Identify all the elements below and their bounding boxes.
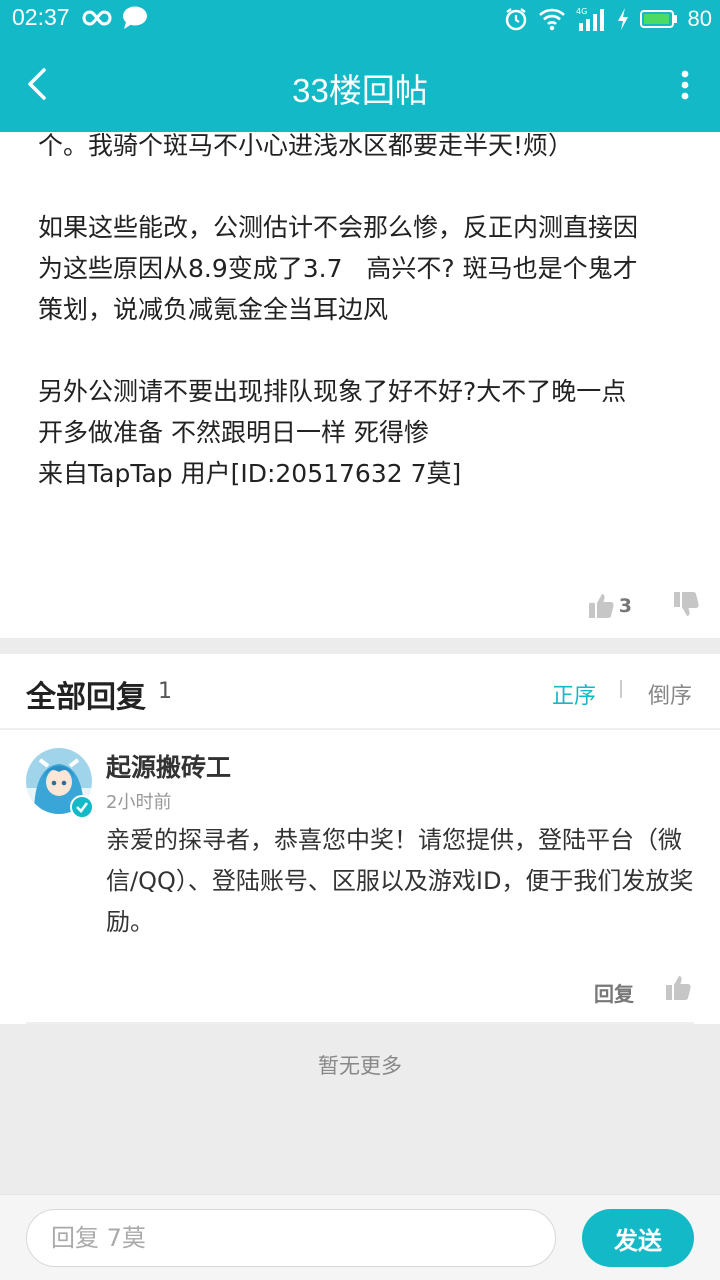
- more-vertical-icon: [681, 70, 689, 100]
- app-bar: 33楼回帖: [0, 38, 720, 132]
- dislike-button[interactable]: [672, 590, 700, 622]
- reply-like-button[interactable]: [664, 974, 692, 1006]
- replies-header: 全部回复 1 正序 倒序: [0, 654, 720, 730]
- verified-badge-icon: [70, 795, 94, 819]
- divider: [26, 1022, 694, 1024]
- post-card: 个。我骑个斑马不小心进浅水区都要走半天!烦） 如果这些能改，公测估计不会那么惨，…: [0, 131, 720, 638]
- sort-divider: [620, 680, 622, 698]
- sort-descending-tab[interactable]: 倒序: [648, 678, 692, 710]
- status-time: 02:37: [12, 4, 70, 30]
- infinity-icon: [82, 4, 112, 36]
- reply-button[interactable]: 回复: [594, 978, 634, 1007]
- battery-level: 80: [687, 6, 712, 31]
- alarm-icon: [504, 7, 528, 31]
- thumbs-up-icon: [588, 594, 614, 618]
- post-line: 另外公测请不要出现排队现象了好不好?大不了晚一点: [38, 377, 627, 406]
- reply-text: 亲爱的探寻者，恭喜您中奖！请您提供，登陆平台（微信/QQ）、登陆账号、区服以及游…: [106, 826, 694, 936]
- reply-time: 2小时前: [106, 792, 172, 813]
- post-line: 来自TapTap 用户[ID:20517632 7莫]: [38, 459, 462, 488]
- replies-section: 全部回复 1 正序 倒序 起源搬砖工 2小时前 亲爱的探寻者，恭喜您中奖！请您提…: [0, 654, 720, 1024]
- post-line: 为这些原因从8.9变成了3.7 高兴不? 斑马也是个鬼才: [38, 254, 638, 283]
- chat-bubble-icon: [122, 6, 148, 34]
- charging-icon: [616, 7, 630, 31]
- send-button[interactable]: 发送: [582, 1209, 694, 1267]
- like-button[interactable]: 3: [587, 592, 632, 620]
- more-menu-button[interactable]: [678, 66, 692, 106]
- wifi-icon: [538, 7, 566, 31]
- post-line: 如果这些能改，公测估计不会那么惨，反正内测直接因: [38, 213, 639, 242]
- reply-item: 起源搬砖工 2小时前 亲爱的探寻者，恭喜您中奖！请您提供，登陆平台（微信/QQ）…: [0, 732, 720, 1024]
- post-line: 开多做准备 不然跟明日一样 死得惨: [38, 418, 429, 447]
- post-actions: 3: [587, 588, 700, 624]
- no-more-text: 暂无更多: [318, 1054, 402, 1078]
- signal-icon: 4G: [576, 6, 606, 32]
- reply-input[interactable]: [26, 1209, 556, 1267]
- reply-composer: 发送: [0, 1194, 720, 1280]
- thumbs-up-icon: [666, 976, 691, 1000]
- page-title: 33楼回帖: [292, 72, 428, 109]
- thumbs-down-icon: [674, 592, 699, 616]
- sort-ascending-tab[interactable]: 正序: [552, 678, 596, 710]
- status-bar: 02:37 4G 80: [0, 0, 720, 38]
- post-line: 策划，说减负减氪金全当耳边风: [38, 295, 389, 324]
- reply-author[interactable]: 起源搬砖工: [106, 748, 231, 784]
- battery-icon: [639, 9, 678, 29]
- replies-count: 1: [158, 679, 172, 704]
- svg-text:4G: 4G: [576, 7, 587, 16]
- post-line: 个。我骑个斑马不小心进浅水区都要走半天!烦）: [38, 131, 574, 160]
- like-count: 3: [618, 595, 632, 617]
- post-body: 个。我骑个斑马不小心进浅水区都要走半天!烦） 如果这些能改，公测估计不会那么惨，…: [38, 125, 688, 494]
- replies-title: 全部回复: [26, 680, 146, 715]
- status-right-group: 4G 80: [504, 4, 712, 34]
